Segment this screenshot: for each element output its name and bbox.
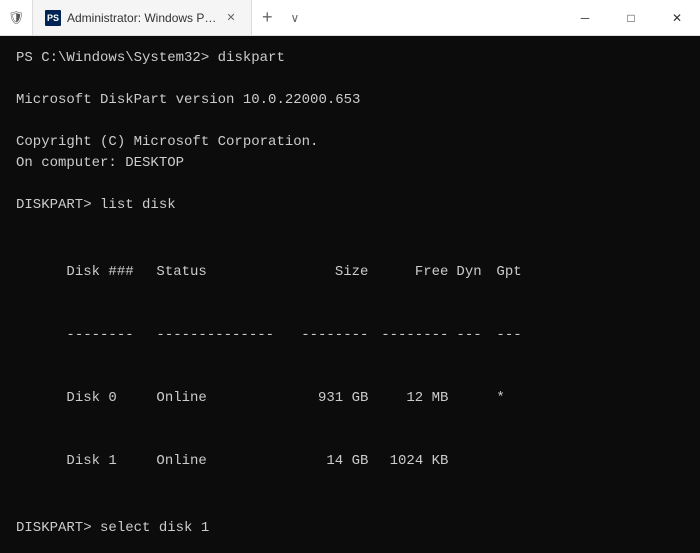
table-header-row: Disk ###StatusSizeFreeDynGpt — [16, 241, 684, 304]
sep-dyn: --- — [456, 325, 496, 346]
prompt2-text: DISKPART> — [16, 197, 100, 213]
maximize-button[interactable]: □ — [608, 0, 654, 35]
prompt1-text: PS C:\Windows\System32> — [16, 50, 218, 66]
tab-dropdown-button[interactable]: ∨ — [283, 0, 308, 35]
terminal-version-line: Microsoft DiskPart version 10.0.22000.65… — [16, 90, 684, 111]
table-row-disk1: Disk 1Online14 GB1024 KB — [16, 430, 684, 493]
disk0-size: 931 GB — [296, 388, 376, 409]
title-bar: 🛡 PS Administrator: Windows Powe ✕ + ∨ ─… — [0, 0, 700, 36]
new-tab-button[interactable]: + — [252, 0, 283, 35]
window-controls: ─ □ ✕ — [562, 0, 700, 35]
col-size-header: Size — [296, 262, 376, 283]
disk0-free: 12 MB — [376, 388, 456, 409]
blank-line-3 — [16, 174, 684, 195]
tab-area: 🛡 PS Administrator: Windows Powe ✕ + ∨ — [0, 0, 562, 35]
disk0-status: Online — [156, 388, 296, 409]
col-dyn-header: Dyn — [456, 262, 496, 283]
blank-line-6 — [16, 539, 684, 553]
prompt3-text: DISKPART> — [16, 520, 100, 536]
disk0-name: Disk 0 — [66, 388, 156, 409]
col-status-header: Status — [156, 262, 296, 283]
disk-table: Disk ###StatusSizeFreeDynGpt -----------… — [16, 241, 684, 493]
terminal-output: PS C:\Windows\System32> diskpart Microso… — [0, 36, 700, 553]
tab-close-button[interactable]: ✕ — [223, 10, 239, 26]
col-gpt-header: Gpt — [496, 262, 536, 283]
close-button[interactable]: ✕ — [654, 0, 700, 35]
cmd3-text: select disk 1 — [100, 520, 209, 536]
sep-disk: -------- — [66, 325, 156, 346]
blank-line-5 — [16, 497, 684, 518]
disk1-status: Online — [156, 451, 296, 472]
col-free-header: Free — [376, 262, 456, 283]
minimize-button[interactable]: ─ — [562, 0, 608, 35]
terminal-computer: On computer: DESKTOP — [16, 153, 684, 174]
sep-free: -------- — [376, 325, 456, 346]
tab-title: Administrator: Windows Powe — [67, 11, 217, 25]
cmd2-text: list disk — [100, 197, 176, 213]
active-tab[interactable]: PS Administrator: Windows Powe ✕ — [32, 0, 252, 35]
terminal-prompt3: DISKPART> select disk 1 — [16, 518, 684, 539]
blank-line-2 — [16, 111, 684, 132]
table-row-disk0: Disk 0Online931 GB12 MB * — [16, 367, 684, 430]
blank-line-1 — [16, 69, 684, 90]
terminal-prompt2: DISKPART> list disk — [16, 195, 684, 216]
disk0-gpt: * — [496, 388, 536, 409]
sep-size: -------- — [296, 325, 376, 346]
col-disk-header: Disk ### — [66, 262, 156, 283]
sep-status: -------------- — [156, 325, 296, 346]
shield-icon: 🛡 — [8, 10, 24, 26]
disk1-size: 14 GB — [296, 451, 376, 472]
powershell-icon: PS — [45, 10, 61, 26]
tab-icon-area: 🛡 — [0, 0, 32, 35]
blank-line-4 — [16, 216, 684, 237]
terminal-line-prompt1: PS C:\Windows\System32> diskpart — [16, 48, 684, 69]
terminal-copyright: Copyright (C) Microsoft Corporation. — [16, 132, 684, 153]
cmd1-text: diskpart — [218, 50, 285, 66]
disk1-free: 1024 KB — [376, 451, 456, 472]
sep-gpt: --- — [496, 325, 536, 346]
table-separator-row: ----------------------------------------… — [16, 304, 684, 367]
disk1-name: Disk 1 — [66, 451, 156, 472]
